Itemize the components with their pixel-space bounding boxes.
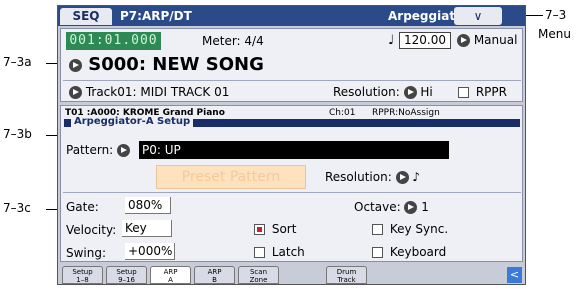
key-sync-label: Key Sync.	[389, 222, 449, 236]
track-rppr-info: RPPR:NoAssign	[372, 108, 440, 118]
sort-label: Sort	[271, 222, 297, 236]
divider	[63, 192, 521, 193]
checkbox-icon	[372, 247, 383, 258]
checkbox-checked-icon	[254, 224, 265, 235]
eighth-note-icon: ♪	[412, 170, 421, 184]
octave-label: Octave:	[354, 200, 401, 214]
callout-7-3: 7–3	[545, 8, 567, 22]
tab-setup-9-16[interactable]: Setup 9–16	[106, 266, 147, 284]
checkbox-icon	[458, 87, 469, 98]
swing-label: Swing:	[66, 246, 107, 260]
pattern-label: Pattern:	[66, 143, 114, 157]
tab-label: A	[168, 276, 173, 284]
pattern-field[interactable]: P0: UP	[139, 141, 449, 159]
keyboard-label: Keyboard	[389, 245, 447, 259]
tab-setup-1-8[interactable]: Setup 1–8	[62, 266, 103, 284]
popup-arrow-icon	[69, 58, 82, 72]
page-tab-bar: Setup 1–8 Setup 9–16 ARP A ARP B Scan Zo…	[60, 264, 523, 284]
tab-label: 9–16	[118, 276, 135, 284]
callout-menu: Menu	[538, 27, 571, 41]
tab-label: Drum	[336, 268, 357, 276]
checkbox-icon	[372, 224, 383, 235]
popup-arrow-icon	[395, 171, 409, 184]
tab-label: ARP	[207, 268, 222, 276]
back-button[interactable]: <	[507, 267, 522, 283]
tab-label: B	[212, 276, 217, 284]
arp-resolution-label: Resolution:	[325, 170, 392, 184]
song-select[interactable]: S000: NEW SONG	[69, 54, 264, 75]
tab-label: Setup	[116, 268, 137, 276]
tab-label: 1–8	[76, 276, 89, 284]
popup-arrow-icon	[403, 86, 417, 99]
location-display[interactable]: 001:01.000	[66, 32, 161, 50]
velocity-label: Velocity:	[66, 223, 117, 237]
page-title: P7:ARP/DT	[120, 9, 192, 23]
callout-7-3b: 7–3b	[3, 127, 32, 141]
mode-tab-seq[interactable]: SEQ	[60, 8, 112, 25]
divider	[63, 80, 521, 81]
track-name: Track01: MIDI TRACK 01	[85, 85, 230, 99]
title-bar: SEQ P7:ARP/DT Arpeggiator A ∨	[58, 6, 525, 26]
preset-pattern-button[interactable]: Preset Pattern	[156, 165, 306, 189]
callout-7-3a: 7–3a	[3, 55, 32, 69]
tab-label: Scan	[249, 268, 268, 276]
popup-arrow-icon	[404, 201, 418, 214]
gate-label: Gate:	[66, 200, 99, 214]
popup-arrow-icon	[457, 34, 470, 47]
octave-value: 1	[421, 200, 429, 214]
sort-checkbox[interactable]: Sort	[254, 222, 296, 236]
back-arrow-icon: <	[509, 268, 520, 281]
chevron-down-icon: ∨	[473, 9, 483, 23]
arp-setup-panel: T01 :A000: KROME Grand Piano Ch:01 RPPR:…	[60, 105, 523, 262]
tab-scan-zone[interactable]: Scan Zone	[238, 266, 279, 284]
tempo-field[interactable]: 120.00	[399, 32, 451, 49]
track-channel: Ch:01	[329, 108, 356, 118]
track-resolution[interactable]: Resolution: Hi	[333, 85, 433, 99]
tab-label: Track	[337, 276, 356, 284]
meter-display[interactable]: Meter: 4/4	[202, 34, 264, 48]
velocity-field[interactable]: Key	[122, 220, 172, 237]
tempo-mode-value: Manual	[473, 33, 518, 47]
popup-arrow-icon	[69, 86, 82, 99]
tab-arp-a[interactable]: ARP A	[150, 266, 191, 284]
tab-label: Zone	[249, 276, 268, 284]
track-select[interactable]: Track01: MIDI TRACK 01	[69, 85, 229, 99]
tempo-mode-select[interactable]: Manual	[457, 33, 517, 47]
gate-field[interactable]: 080%	[125, 197, 171, 214]
resolution-value: Hi	[420, 85, 433, 99]
arp-resolution[interactable]: Resolution: ♪	[325, 170, 420, 184]
resolution-label: Resolution:	[333, 85, 400, 99]
swing-field[interactable]: +000%	[125, 243, 175, 260]
setup-title: Arpeggiator-A Setup	[71, 116, 194, 128]
tab-drum-track[interactable]: Drum Track	[326, 266, 367, 284]
callout-7-3c: 7–3c	[3, 201, 31, 215]
pattern-label-row[interactable]: Pattern:	[66, 143, 131, 157]
song-name: S000: NEW SONG	[88, 54, 264, 75]
tab-label: Setup	[72, 268, 93, 276]
key-sync-checkbox[interactable]: Key Sync.	[372, 222, 448, 236]
song-panel: 001:01.000 Meter: 4/4 ♩ = 120.00 Manual …	[60, 28, 523, 102]
keyboard-checkbox[interactable]: Keyboard	[372, 245, 446, 259]
arpeggiator-screen: SEQ P7:ARP/DT Arpeggiator A ∨ 001:01.000…	[57, 5, 526, 285]
checkbox-icon	[254, 247, 265, 258]
menu-button[interactable]: ∨	[454, 7, 502, 25]
tab-arp-b[interactable]: ARP B	[194, 266, 235, 284]
octave-select[interactable]: Octave: 1	[354, 200, 429, 214]
latch-label: Latch	[271, 245, 305, 259]
tab-label: ARP	[163, 268, 178, 276]
latch-checkbox[interactable]: Latch	[254, 245, 305, 259]
popup-arrow-icon	[117, 144, 131, 157]
rppr-label: RPPR	[475, 85, 507, 99]
rppr-checkbox[interactable]: RPPR	[458, 85, 507, 99]
